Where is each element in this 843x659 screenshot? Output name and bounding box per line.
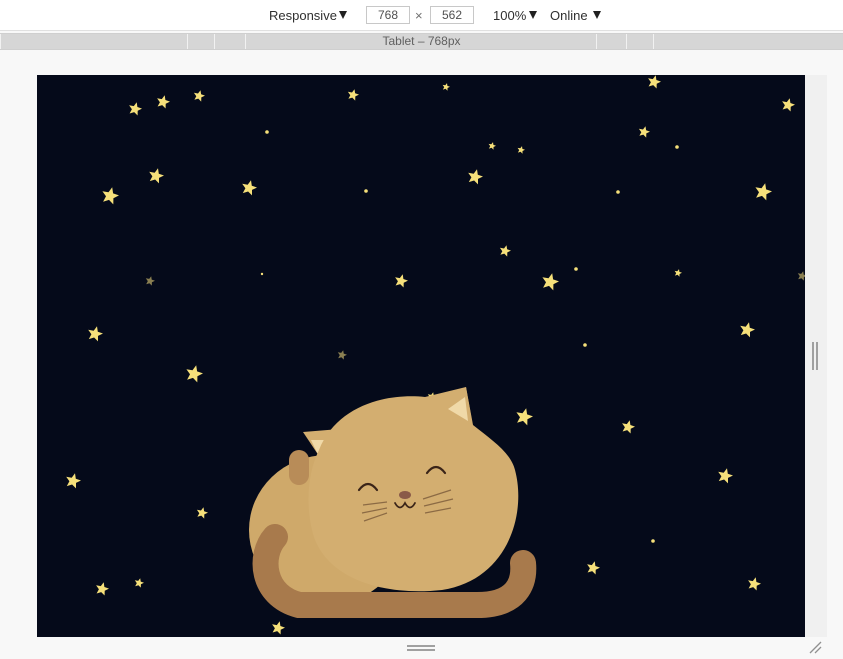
throttle-caret-down-icon[interactable] — [593, 11, 601, 19]
zoom-select[interactable]: 100% — [493, 0, 526, 31]
sleeping-cat-illustration — [249, 387, 537, 618]
media-query-ruler: Tablet – 768px — [0, 33, 843, 50]
devtools-device-toolbar: Responsive 768 × 562 100% Online — [0, 0, 843, 31]
cat-nose — [399, 491, 411, 499]
emulated-viewport — [37, 75, 805, 637]
device-select[interactable]: Responsive — [269, 0, 337, 31]
resize-handle-horizontal-icon[interactable] — [407, 645, 435, 653]
ruler-label: Tablet – 768px — [382, 34, 461, 48]
resize-handle-vertical-icon[interactable] — [812, 342, 819, 370]
zoom-caret-down-icon[interactable] — [529, 11, 537, 19]
dimension-times-symbol: × — [415, 8, 423, 23]
device-caret-down-icon[interactable] — [339, 11, 347, 19]
cat-leg — [289, 450, 309, 485]
resize-corner-icon[interactable] — [808, 640, 822, 654]
width-input[interactable]: 768 — [366, 6, 410, 24]
cat-body — [308, 387, 519, 592]
height-input[interactable]: 562 — [430, 6, 474, 24]
throttle-select[interactable]: Online — [550, 0, 588, 31]
